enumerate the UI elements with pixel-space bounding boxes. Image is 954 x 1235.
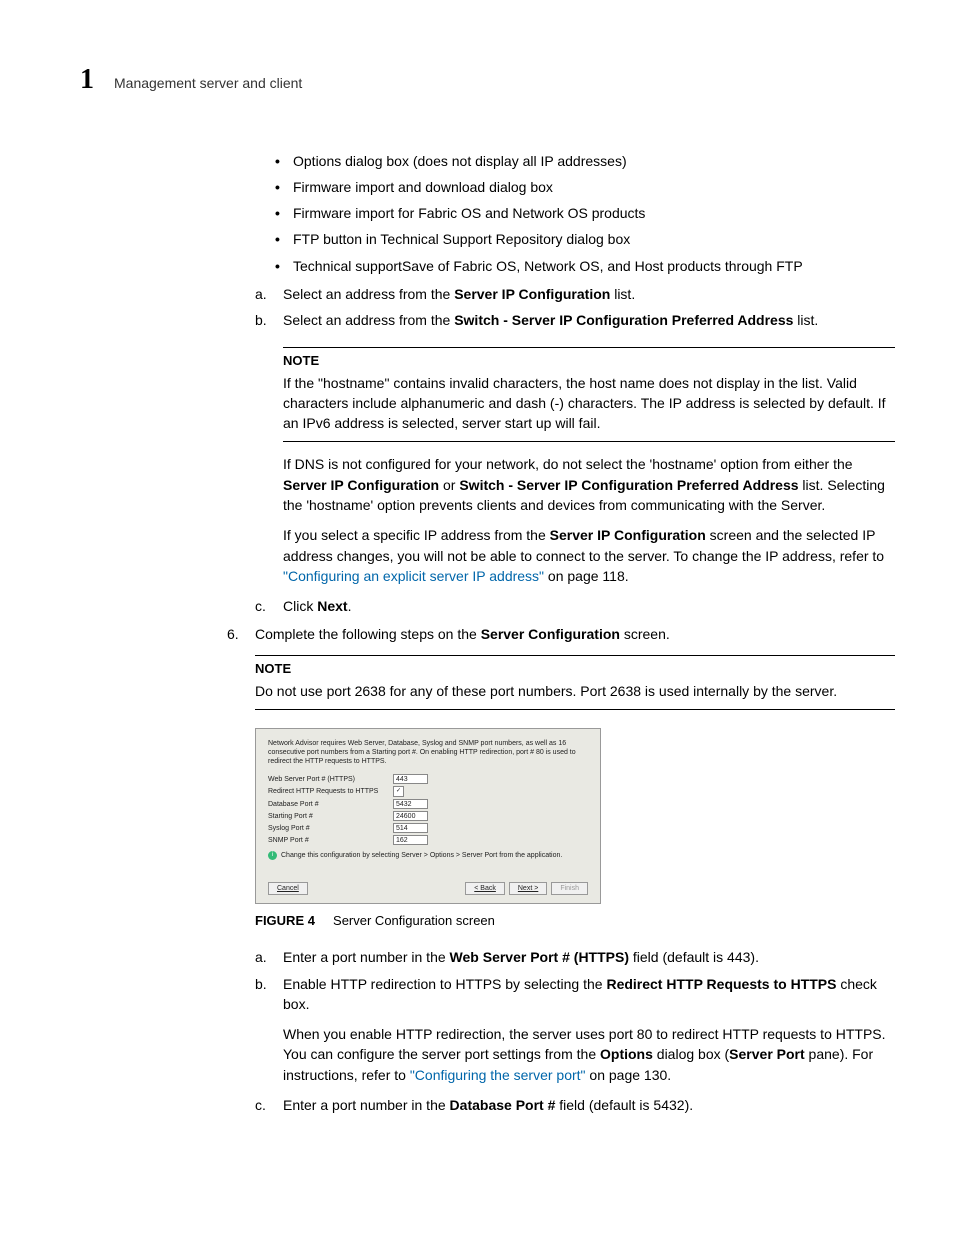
step-number: 6. [227, 624, 255, 644]
redirect-checkbox[interactable]: ✓ [393, 786, 404, 797]
step-letter: a. [255, 947, 283, 967]
note-block: NOTE If the "hostname" contains invalid … [283, 347, 895, 443]
substep-b-paragraph: When you enable HTTP redirection, the se… [283, 1024, 895, 1085]
step-letter: b. [255, 974, 283, 1015]
step-c: c. Click Next. [255, 596, 895, 616]
substep-a: a. Enter a port number in the Web Server… [255, 947, 895, 967]
next-button[interactable]: Next > [509, 882, 547, 895]
field-web-server-port: Web Server Port # (HTTPS) 443 [268, 774, 588, 784]
web-server-port-input[interactable]: 443 [393, 774, 428, 784]
dialog-info: i Change this configuration by selecting… [268, 851, 588, 860]
dialog-buttons: Cancel < Back Next > Finish [268, 882, 588, 895]
ip-paragraph: If you select a specific IP address from… [283, 525, 895, 586]
dns-paragraph: If DNS is not configured for your networ… [283, 454, 895, 515]
info-icon: i [268, 851, 277, 860]
info-text: Change this configuration by selecting S… [281, 851, 562, 860]
page-header: 1 Management server and client [80, 60, 874, 101]
cancel-button[interactable]: Cancel [268, 882, 308, 895]
figure-4: Network Advisor requires Web Server, Dat… [255, 728, 895, 931]
step-text: Select an address from the Switch - Serv… [283, 310, 818, 330]
step-letter: c. [255, 596, 283, 616]
list-item: Firmware import for Fabric OS and Networ… [275, 203, 895, 223]
step-letter: b. [255, 310, 283, 330]
note-label: NOTE [255, 660, 895, 679]
figure-caption: FIGURE 4 Server Configuration screen [255, 912, 895, 931]
step-b: b. Select an address from the Switch - S… [255, 310, 895, 330]
step-a: a. Select an address from the Server IP … [255, 284, 895, 304]
finish-button: Finish [551, 882, 588, 895]
starting-port-input[interactable]: 24600 [393, 811, 428, 821]
field-starting-port: Starting Port # 24600 [268, 811, 588, 821]
substep-b: b. Enable HTTP redirection to HTTPS by s… [255, 974, 895, 1015]
list-item: Options dialog box (does not display all… [275, 151, 895, 171]
link-configuring-server-port[interactable]: "Configuring the server port" [410, 1067, 586, 1083]
syslog-port-input[interactable]: 514 [393, 823, 428, 833]
note-text: If the "hostname" contains invalid chara… [283, 373, 895, 434]
step-letter: a. [255, 284, 283, 304]
step-text: Select an address from the Server IP Con… [283, 284, 635, 304]
step-text: Complete the following steps on the Serv… [255, 624, 670, 644]
note-label: NOTE [283, 352, 895, 371]
main-content: Options dialog box (does not display all… [255, 151, 895, 1116]
back-button[interactable]: < Back [465, 882, 505, 895]
dialog-description: Network Advisor requires Web Server, Dat… [268, 739, 588, 766]
list-item: FTP button in Technical Support Reposito… [275, 229, 895, 249]
database-port-input[interactable]: 5432 [393, 799, 428, 809]
field-database-port: Database Port # 5432 [268, 799, 588, 809]
server-config-dialog: Network Advisor requires Web Server, Dat… [255, 728, 601, 904]
substep-c: c. Enter a port number in the Database P… [255, 1095, 895, 1115]
step-letter: c. [255, 1095, 283, 1115]
note-block: NOTE Do not use port 2638 for any of the… [255, 655, 895, 710]
step-text: Enter a port number in the Database Port… [283, 1095, 693, 1115]
bullet-list: Options dialog box (does not display all… [255, 151, 895, 276]
list-item: Technical supportSave of Fabric OS, Netw… [275, 256, 895, 276]
list-item: Firmware import and download dialog box [275, 177, 895, 197]
link-configuring-ip[interactable]: "Configuring an explicit server IP addre… [283, 568, 544, 584]
chapter-title: Management server and client [114, 73, 302, 93]
field-syslog-port: Syslog Port # 514 [268, 823, 588, 833]
snmp-port-input[interactable]: 162 [393, 835, 428, 845]
step-text: Enable HTTP redirection to HTTPS by sele… [283, 974, 895, 1015]
step-6: 6. Complete the following steps on the S… [227, 624, 895, 644]
note-text: Do not use port 2638 for any of these po… [255, 681, 895, 701]
chapter-number: 1 [80, 60, 94, 101]
step-text: Click Next. [283, 596, 351, 616]
field-redirect-https: Redirect HTTP Requests to HTTPS ✓ [268, 786, 588, 797]
field-snmp-port: SNMP Port # 162 [268, 835, 588, 845]
step-text: Enter a port number in the Web Server Po… [283, 947, 759, 967]
